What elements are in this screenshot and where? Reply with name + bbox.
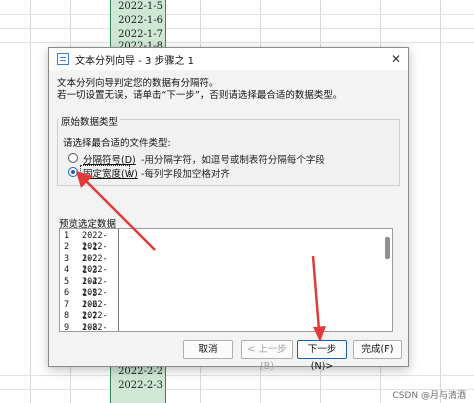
radio-label-fixed-width[interactable]: 固定宽度(W) [83,166,138,180]
radio-desc-fixed-width: -每列字段加空格对齐 [141,169,230,180]
close-button[interactable]: ✕ [388,51,404,67]
back-button[interactable]: < 上一步(B) [241,340,293,372]
group-title: 原始数据类型 [59,114,121,128]
sheet-cell[interactable]: 2022-2-3 [110,379,166,393]
finish-button[interactable]: 完成(F) [353,340,402,359]
radio-desc-delimited: -用分隔字符，如逗号或制表符分隔每个字段 [141,155,325,166]
sheet-cell[interactable]: 2022-1-6 [110,14,166,28]
radio-delimited[interactable] [68,153,78,163]
sheet-cell[interactable]: 2022-2-2 [110,365,166,379]
wizard-icon [57,53,69,65]
grid-line [0,28,474,29]
preview-horizontal-scrollbar[interactable] [59,333,393,339]
dialog-titlebar[interactable]: 文本分列向导 - 3 步骤之 1 ✕ [49,48,408,70]
grid-line [0,375,474,376]
sheet-cell[interactable]: 2022-1-5 [110,0,166,14]
watermark: CSDN @月与清酒 [392,391,466,401]
grid-line [0,14,474,15]
preview-pane[interactable]: 1 2022-1-1 2 2022-1-2 3 2022-1-3 4 2022-1-4 … [59,228,393,332]
radio-label-delimited[interactable]: 分隔符号(D) [83,152,136,166]
radio-fixed-width[interactable] [68,167,78,177]
grid-line [30,0,31,403]
cancel-button[interactable]: 取消 [183,340,233,359]
grid-line [440,0,441,403]
text-to-columns-dialog: 文本分列向导 - 3 步骤之 1 ✕ 文本分列向导判定您的数据有分隔符。 若一切… [48,47,409,372]
group-prompt: 请选择最合适的文件类型: [63,138,171,149]
next-button[interactable]: 下一步(N)> [297,340,347,372]
intro-text-line2: 若一切设置无误，请单击“下一步”，否则请选择最合适的数据类型。 [57,90,343,101]
dialog-title: 文本分列向导 - 3 步骤之 1 [75,56,195,67]
preview-vertical-scrollbar[interactable] [385,237,390,259]
grid-line [0,42,474,43]
